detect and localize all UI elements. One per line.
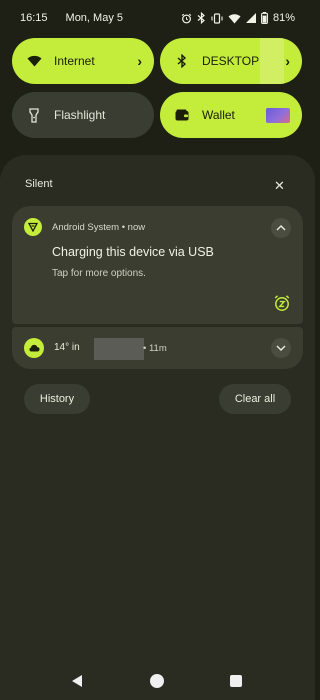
bluetooth-tile-label: DESKTOP: [202, 54, 260, 68]
back-icon[interactable]: [71, 674, 83, 693]
wallet-tile[interactable]: Wallet: [160, 92, 302, 138]
internet-tile[interactable]: Internet ›: [12, 38, 154, 84]
home-icon[interactable]: [150, 674, 164, 688]
weather-temperature: 14° in: [54, 342, 80, 353]
wallet-tile-label: Wallet: [202, 108, 235, 122]
flashlight-tile-label: Flashlight: [54, 108, 106, 122]
notification-app-name: Android System • now: [52, 222, 146, 233]
status-bar: 16:15 Mon, May 5 81%: [0, 0, 315, 36]
notification-title: Charging this device via USB: [52, 245, 214, 259]
recents-icon[interactable]: [230, 675, 242, 687]
alarm-icon: [181, 13, 192, 24]
clear-all-button[interactable]: Clear all: [219, 384, 291, 414]
wifi-icon: [26, 53, 42, 69]
redaction-block: [260, 38, 284, 84]
chevron-down-icon: [276, 345, 286, 351]
status-icons: 81%: [181, 12, 295, 24]
snooze-icon[interactable]: [273, 294, 291, 312]
expand-button[interactable]: [271, 338, 291, 358]
battery-icon: [261, 12, 268, 24]
weather-notification[interactable]: 14° in • 11m: [12, 327, 303, 369]
history-button[interactable]: History: [24, 384, 90, 414]
redaction-block: [94, 338, 144, 360]
payment-card-thumbnail: [266, 107, 290, 123]
cloud-icon: [24, 338, 44, 358]
vibrate-icon: [211, 12, 223, 24]
bluetooth-icon: [197, 12, 206, 24]
section-label: Silent: [25, 178, 53, 190]
collapse-button[interactable]: [271, 218, 291, 238]
quick-settings: Internet › DESKTOP › Flashlight Wallet: [12, 38, 304, 146]
android-system-icon: [24, 218, 42, 236]
chevron-right-icon: ›: [285, 53, 290, 69]
weather-timestamp: • 11m: [143, 343, 167, 354]
notification-subtitle: Tap for more options.: [52, 268, 146, 279]
battery-percent: 81%: [272, 12, 295, 24]
signal-icon: [245, 13, 256, 23]
navigation-bar: [0, 664, 315, 700]
usb-notification[interactable]: Android System • now Charging this devic…: [12, 206, 303, 324]
bluetooth-icon: [174, 53, 190, 69]
chevron-up-icon: [276, 225, 286, 231]
wallet-icon: [174, 107, 190, 123]
status-date: Mon, May 5: [65, 12, 123, 24]
flashlight-tile[interactable]: Flashlight: [12, 92, 154, 138]
bluetooth-tile[interactable]: DESKTOP ›: [160, 38, 302, 84]
internet-tile-label: Internet: [54, 54, 95, 68]
wifi-icon: [228, 13, 241, 24]
close-icon[interactable]: ✕: [274, 178, 285, 194]
chevron-right-icon: ›: [137, 53, 142, 69]
clock: 16:15: [20, 12, 48, 24]
flashlight-icon: [26, 107, 42, 123]
